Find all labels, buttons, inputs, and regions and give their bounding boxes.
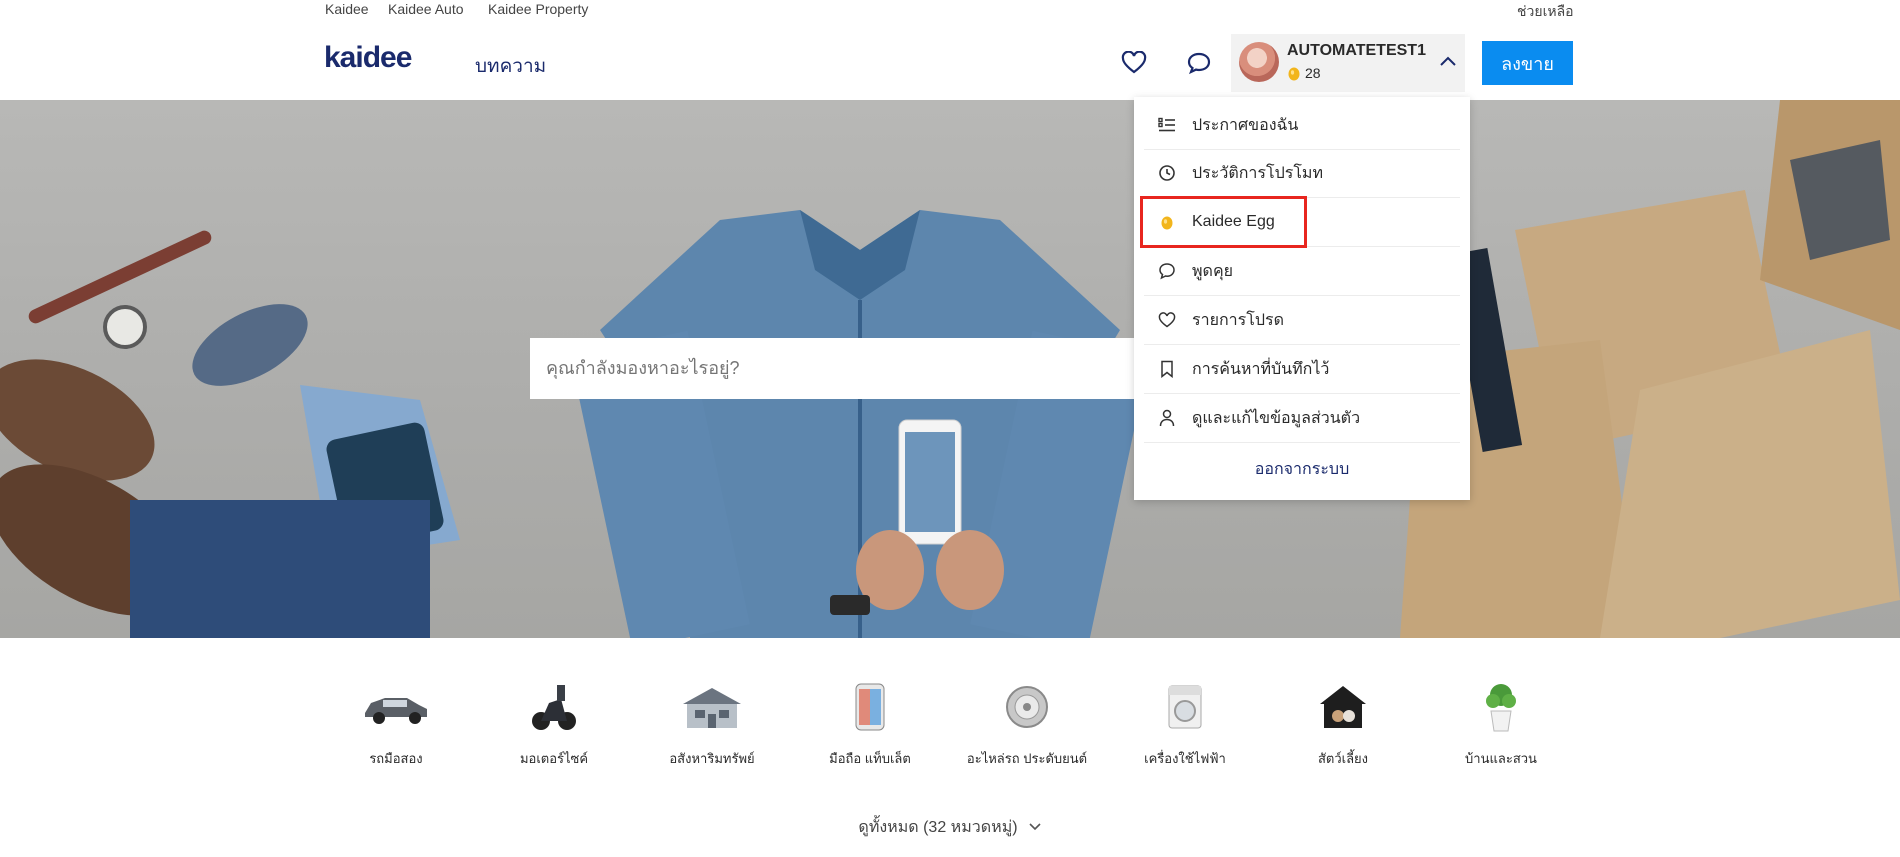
article-link[interactable]: บทความ bbox=[475, 51, 546, 81]
category-label: อะไหล่รถ ประดับยนต์ bbox=[966, 751, 1088, 766]
search-input[interactable] bbox=[530, 338, 1135, 399]
egg-count-value: 28 bbox=[1305, 65, 1321, 81]
kaidee-logo[interactable]: kaidee bbox=[324, 41, 412, 75]
menu-item-edit-profile[interactable]: ดูและแก้ไขข้อมูลส่วนตัว bbox=[1144, 394, 1460, 443]
link-kaidee-auto[interactable]: Kaidee Auto bbox=[388, 1, 464, 17]
chat-icon bbox=[1156, 260, 1178, 282]
highlight-box bbox=[1140, 196, 1307, 248]
user-dropdown-menu: ประกาศของฉัน ประวัติการโปรโมท Kaidee Egg… bbox=[1134, 97, 1470, 500]
category-used-cars[interactable]: รถมือสอง bbox=[331, 680, 461, 769]
menu-item-label: การค้นหาที่บันทึกไว้ bbox=[1192, 360, 1330, 378]
category-phones[interactable]: มือถือ แท็บเล็ต bbox=[805, 680, 935, 769]
help-link[interactable]: ช่วยเหลือ bbox=[1517, 1, 1574, 23]
category-label: มือถือ แท็บเล็ต bbox=[829, 751, 911, 766]
plant-icon bbox=[1466, 680, 1536, 734]
menu-item-chat[interactable]: พูดคุย bbox=[1144, 247, 1460, 296]
house-icon bbox=[677, 680, 747, 734]
category-home-garden[interactable]: บ้านและสวน bbox=[1436, 680, 1566, 769]
username: AUTOMATETEST1 bbox=[1287, 42, 1426, 59]
wheel-icon bbox=[992, 680, 1062, 734]
chat-icon[interactable] bbox=[1184, 48, 1214, 78]
menu-item-my-ads[interactable]: ประกาศของฉัน bbox=[1144, 101, 1460, 150]
menu-item-label: พูดคุย bbox=[1192, 262, 1234, 280]
link-kaidee-property[interactable]: Kaidee Property bbox=[488, 1, 588, 17]
menu-item-favorites[interactable]: รายการโปรด bbox=[1144, 296, 1460, 345]
bookmark-icon bbox=[1156, 358, 1178, 380]
egg-count: 28 bbox=[1287, 65, 1321, 81]
menu-item-label: ประกาศของฉัน bbox=[1192, 116, 1299, 134]
heart-icon bbox=[1156, 309, 1178, 331]
person-icon bbox=[1156, 407, 1178, 429]
sell-button[interactable]: ลงขาย bbox=[1482, 41, 1573, 85]
menu-item-saved-searches[interactable]: การค้นหาที่บันทึกไว้ bbox=[1144, 345, 1460, 394]
view-all-categories[interactable]: ดูทั้งหมด (32 หมวดหมู่) bbox=[0, 815, 1900, 840]
list-icon bbox=[1156, 114, 1178, 136]
favorites-heart-icon[interactable] bbox=[1119, 48, 1149, 78]
category-label: สัตว์เลี้ยง bbox=[1317, 751, 1369, 766]
category-motorcycles[interactable]: มอเตอร์ไซค์ bbox=[489, 680, 619, 769]
menu-item-label: ดูและแก้ไขข้อมูลส่วนตัว bbox=[1192, 409, 1361, 427]
category-label: บ้านและสวน bbox=[1465, 751, 1537, 766]
logout-button[interactable]: ออกจากระบบ bbox=[1134, 449, 1470, 489]
user-menu-toggle[interactable]: AUTOMATETEST1 28 bbox=[1231, 34, 1465, 92]
car-icon bbox=[361, 680, 431, 734]
washer-icon bbox=[1150, 680, 1220, 734]
history-icon bbox=[1156, 162, 1178, 184]
phone-icon bbox=[835, 680, 905, 734]
category-car-parts[interactable]: อะไหล่รถ ประดับยนต์ bbox=[962, 680, 1092, 769]
chevron-down-icon bbox=[1028, 819, 1042, 837]
egg-icon bbox=[1288, 67, 1300, 81]
top-bar: Kaidee Kaidee Auto Kaidee Property ช่วยเ… bbox=[0, 0, 1900, 22]
motorcycle-icon bbox=[519, 680, 589, 734]
category-label: อสังหาริมทรัพย์ bbox=[669, 751, 755, 766]
menu-item-label: รายการโปรด bbox=[1192, 311, 1284, 329]
category-real-estate[interactable]: อสังหาริมทรัพย์ bbox=[647, 680, 777, 769]
chevron-up-icon bbox=[1439, 54, 1457, 72]
category-appliances[interactable]: เครื่องใช้ไฟฟ้า bbox=[1120, 680, 1250, 769]
category-label: รถมือสอง bbox=[369, 751, 423, 766]
menu-item-promotion-history[interactable]: ประวัติการโปรโมท bbox=[1144, 149, 1460, 198]
link-kaidee[interactable]: Kaidee bbox=[325, 1, 369, 17]
avatar bbox=[1239, 42, 1279, 82]
category-label: เครื่องใช้ไฟฟ้า bbox=[1144, 751, 1226, 766]
view-all-label: ดูทั้งหมด (32 หมวดหมู่) bbox=[858, 819, 1018, 836]
category-label: มอเตอร์ไซค์ bbox=[519, 751, 589, 766]
category-pets[interactable]: สัตว์เลี้ยง bbox=[1278, 680, 1408, 769]
main-header: kaidee บทความ bbox=[0, 22, 1900, 101]
menu-item-label: ประวัติการโปรโมท bbox=[1192, 164, 1324, 182]
pet-icon bbox=[1308, 680, 1378, 734]
category-bar: รถมือสอง มอเตอร์ไซค์ อสังหาริมทรัพย์ มือ… bbox=[0, 680, 1900, 780]
